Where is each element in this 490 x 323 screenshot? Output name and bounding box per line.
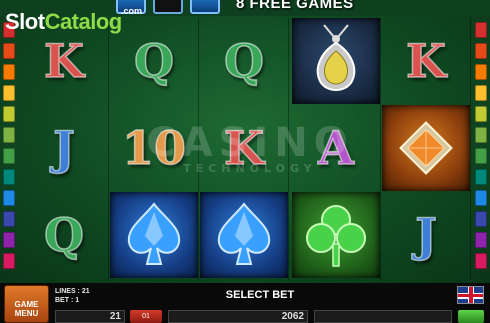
symbol-letter: Q	[43, 207, 85, 263]
payline-marker	[3, 232, 15, 248]
payline-marker	[475, 127, 487, 143]
bet-label: BET : 1	[55, 297, 80, 304]
payline-markers-right	[475, 22, 487, 274]
logo-com-text: .com	[121, 6, 143, 16]
game-area: 8 FREE GAMES SlotCatalog .com K J Q Q 10 Q K A K…	[0, 0, 490, 283]
card-symbol-q: Q	[20, 192, 108, 278]
reel-5: KJ	[382, 18, 471, 280]
clover-gem-symbol-icon	[292, 192, 380, 278]
payline-marker	[3, 43, 15, 59]
control-panel: GAME MENU LINES : 21 BET : 1 SELECT BET …	[0, 283, 490, 323]
payline-marker	[3, 211, 15, 227]
payline-marker	[3, 148, 15, 164]
free-games-counter: 8 FREE GAMES	[236, 0, 354, 12]
bet-info: LINES : 21 BET : 1	[55, 287, 90, 305]
payline-marker	[475, 190, 487, 206]
diamond-gem-symbol-icon	[382, 105, 470, 191]
symbol-letter: Q	[223, 33, 265, 89]
reel-1: KJQ	[20, 18, 109, 280]
card-symbol-j: J	[20, 105, 108, 191]
top-icon-ring	[153, 0, 183, 14]
spade-gem-symbol-icon	[200, 192, 288, 278]
payline-marker	[475, 148, 487, 164]
reel-3: QK	[200, 18, 289, 280]
language-flag-uk-icon[interactable]	[457, 286, 484, 304]
payline-marker	[475, 232, 487, 248]
symbol-letter: K	[223, 120, 264, 176]
reels-grid: K J Q Q 10 Q K A K J	[20, 18, 471, 280]
symbol-letter: J	[414, 207, 437, 263]
credit-button[interactable]: 01	[130, 310, 162, 323]
payline-marker	[475, 22, 487, 38]
payline-marker	[3, 127, 15, 143]
payline-marker	[475, 106, 487, 122]
payline-marker	[3, 169, 15, 185]
start-button[interactable]	[458, 310, 484, 323]
top-icon-gem	[190, 0, 220, 14]
symbol-letter: K	[405, 33, 446, 89]
payline-marker	[475, 85, 487, 101]
lines-label: LINES : 21	[55, 288, 90, 295]
symbol-letter: A	[317, 120, 354, 176]
payline-marker	[475, 211, 487, 227]
payline-marker	[475, 169, 487, 185]
card-symbol-k: K	[200, 105, 288, 191]
logo-slot-text: Slot	[5, 9, 45, 34]
payline-marker	[475, 43, 487, 59]
payline-marker	[3, 106, 15, 122]
symbol-letter: K	[43, 33, 84, 89]
spade-gem-symbol-icon	[110, 192, 198, 278]
card-symbol-q: Q	[200, 18, 288, 104]
lines-display: 21	[55, 310, 125, 323]
card-symbol-a: A	[292, 105, 380, 191]
symbol-letter: 10	[121, 120, 187, 176]
reel-4: A	[292, 18, 381, 280]
logo-catalog-text: Catalog	[44, 9, 123, 34]
payline-marker	[3, 85, 15, 101]
payline-marker	[3, 253, 15, 269]
credit-display: 2062	[168, 310, 308, 323]
amulet-gem-symbol-icon	[292, 18, 380, 104]
card-symbol-q: Q	[110, 18, 198, 104]
select-bet-message: SELECT BET	[225, 289, 295, 301]
symbol-letter: Q	[133, 33, 175, 89]
payline-marker	[475, 253, 487, 269]
card-symbol-j: J	[382, 192, 470, 278]
symbol-letter: J	[52, 120, 75, 176]
payline-marker	[3, 64, 15, 80]
payline-markers-left	[3, 22, 15, 274]
card-symbol-k: K	[382, 18, 470, 104]
card-symbol-10: 10	[110, 105, 198, 191]
payline-marker	[475, 64, 487, 80]
reel-2: Q 10	[110, 18, 199, 280]
payline-marker	[3, 190, 15, 206]
win-display	[314, 310, 452, 323]
game-menu-button[interactable]: GAME MENU	[4, 285, 49, 323]
slotcatalog-logo: SlotCatalog .com	[5, 6, 142, 35]
